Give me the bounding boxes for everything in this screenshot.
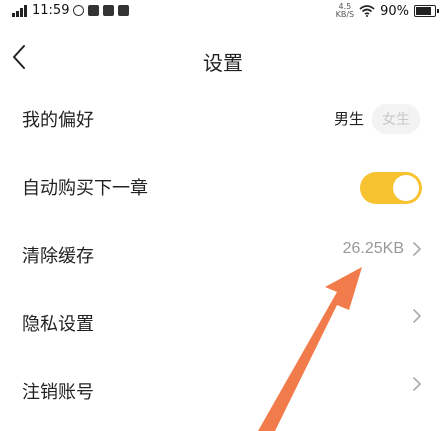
gender-option-female[interactable]: 女生 [372, 103, 420, 134]
app-icon [118, 5, 130, 16]
row-right-privacy [412, 308, 422, 324]
row-label-auto-buy: 自动购买下一章 [22, 178, 148, 199]
network-speed-unit: KB/S [335, 10, 355, 19]
gender-toggle[interactable]: 男生 女生 [334, 102, 420, 135]
battery-fill [416, 7, 432, 15]
row-label-privacy: 隐私设置 [22, 314, 94, 335]
row-right-clear-cache: 26.25KB [343, 240, 422, 258]
chevron-right-icon [413, 377, 421, 391]
gender-option-male[interactable]: 男生 [334, 102, 372, 135]
toggle-knob [393, 175, 419, 201]
status-bar: 11:59 4.5 KB/S 90% [0, 0, 446, 24]
row-right-cancel-account [412, 376, 422, 392]
status-right: 4.5 KB/S 90% [336, 3, 439, 19]
settings-row-auto-buy: 自动购买下一章 [0, 152, 446, 220]
chevron-right-icon [413, 242, 421, 256]
settings-row-preference: 我的偏好 男生 女生 [0, 84, 446, 152]
auto-buy-toggle[interactable] [360, 172, 422, 204]
network-speed: 4.5 KB/S [336, 3, 355, 19]
nav-bar: 设置 [0, 24, 446, 90]
status-time: 11:59 [32, 3, 70, 18]
page-title: 设置 [203, 51, 243, 75]
row-label-preference: 我的偏好 [22, 110, 94, 131]
battery-icon [414, 5, 439, 17]
settings-row-cancel-account[interactable]: 注销账号 [0, 356, 446, 424]
mail-icon [88, 5, 100, 16]
notification-icon [73, 5, 85, 16]
settings-row-privacy[interactable]: 隐私设置 [0, 288, 446, 356]
message-icon [103, 5, 115, 16]
status-left: 11:59 [12, 3, 130, 18]
row-label-clear-cache: 清除缓存 [22, 246, 94, 267]
cache-size-value: 26.25KB [342, 240, 404, 257]
settings-row-clear-cache[interactable]: 清除缓存 26.25KB [0, 220, 446, 288]
battery-percent: 90% [380, 3, 409, 19]
signal-icon [12, 4, 27, 17]
chevron-right-icon [413, 309, 421, 323]
wifi-icon [359, 5, 375, 17]
row-label-cancel-account: 注销账号 [22, 382, 94, 403]
